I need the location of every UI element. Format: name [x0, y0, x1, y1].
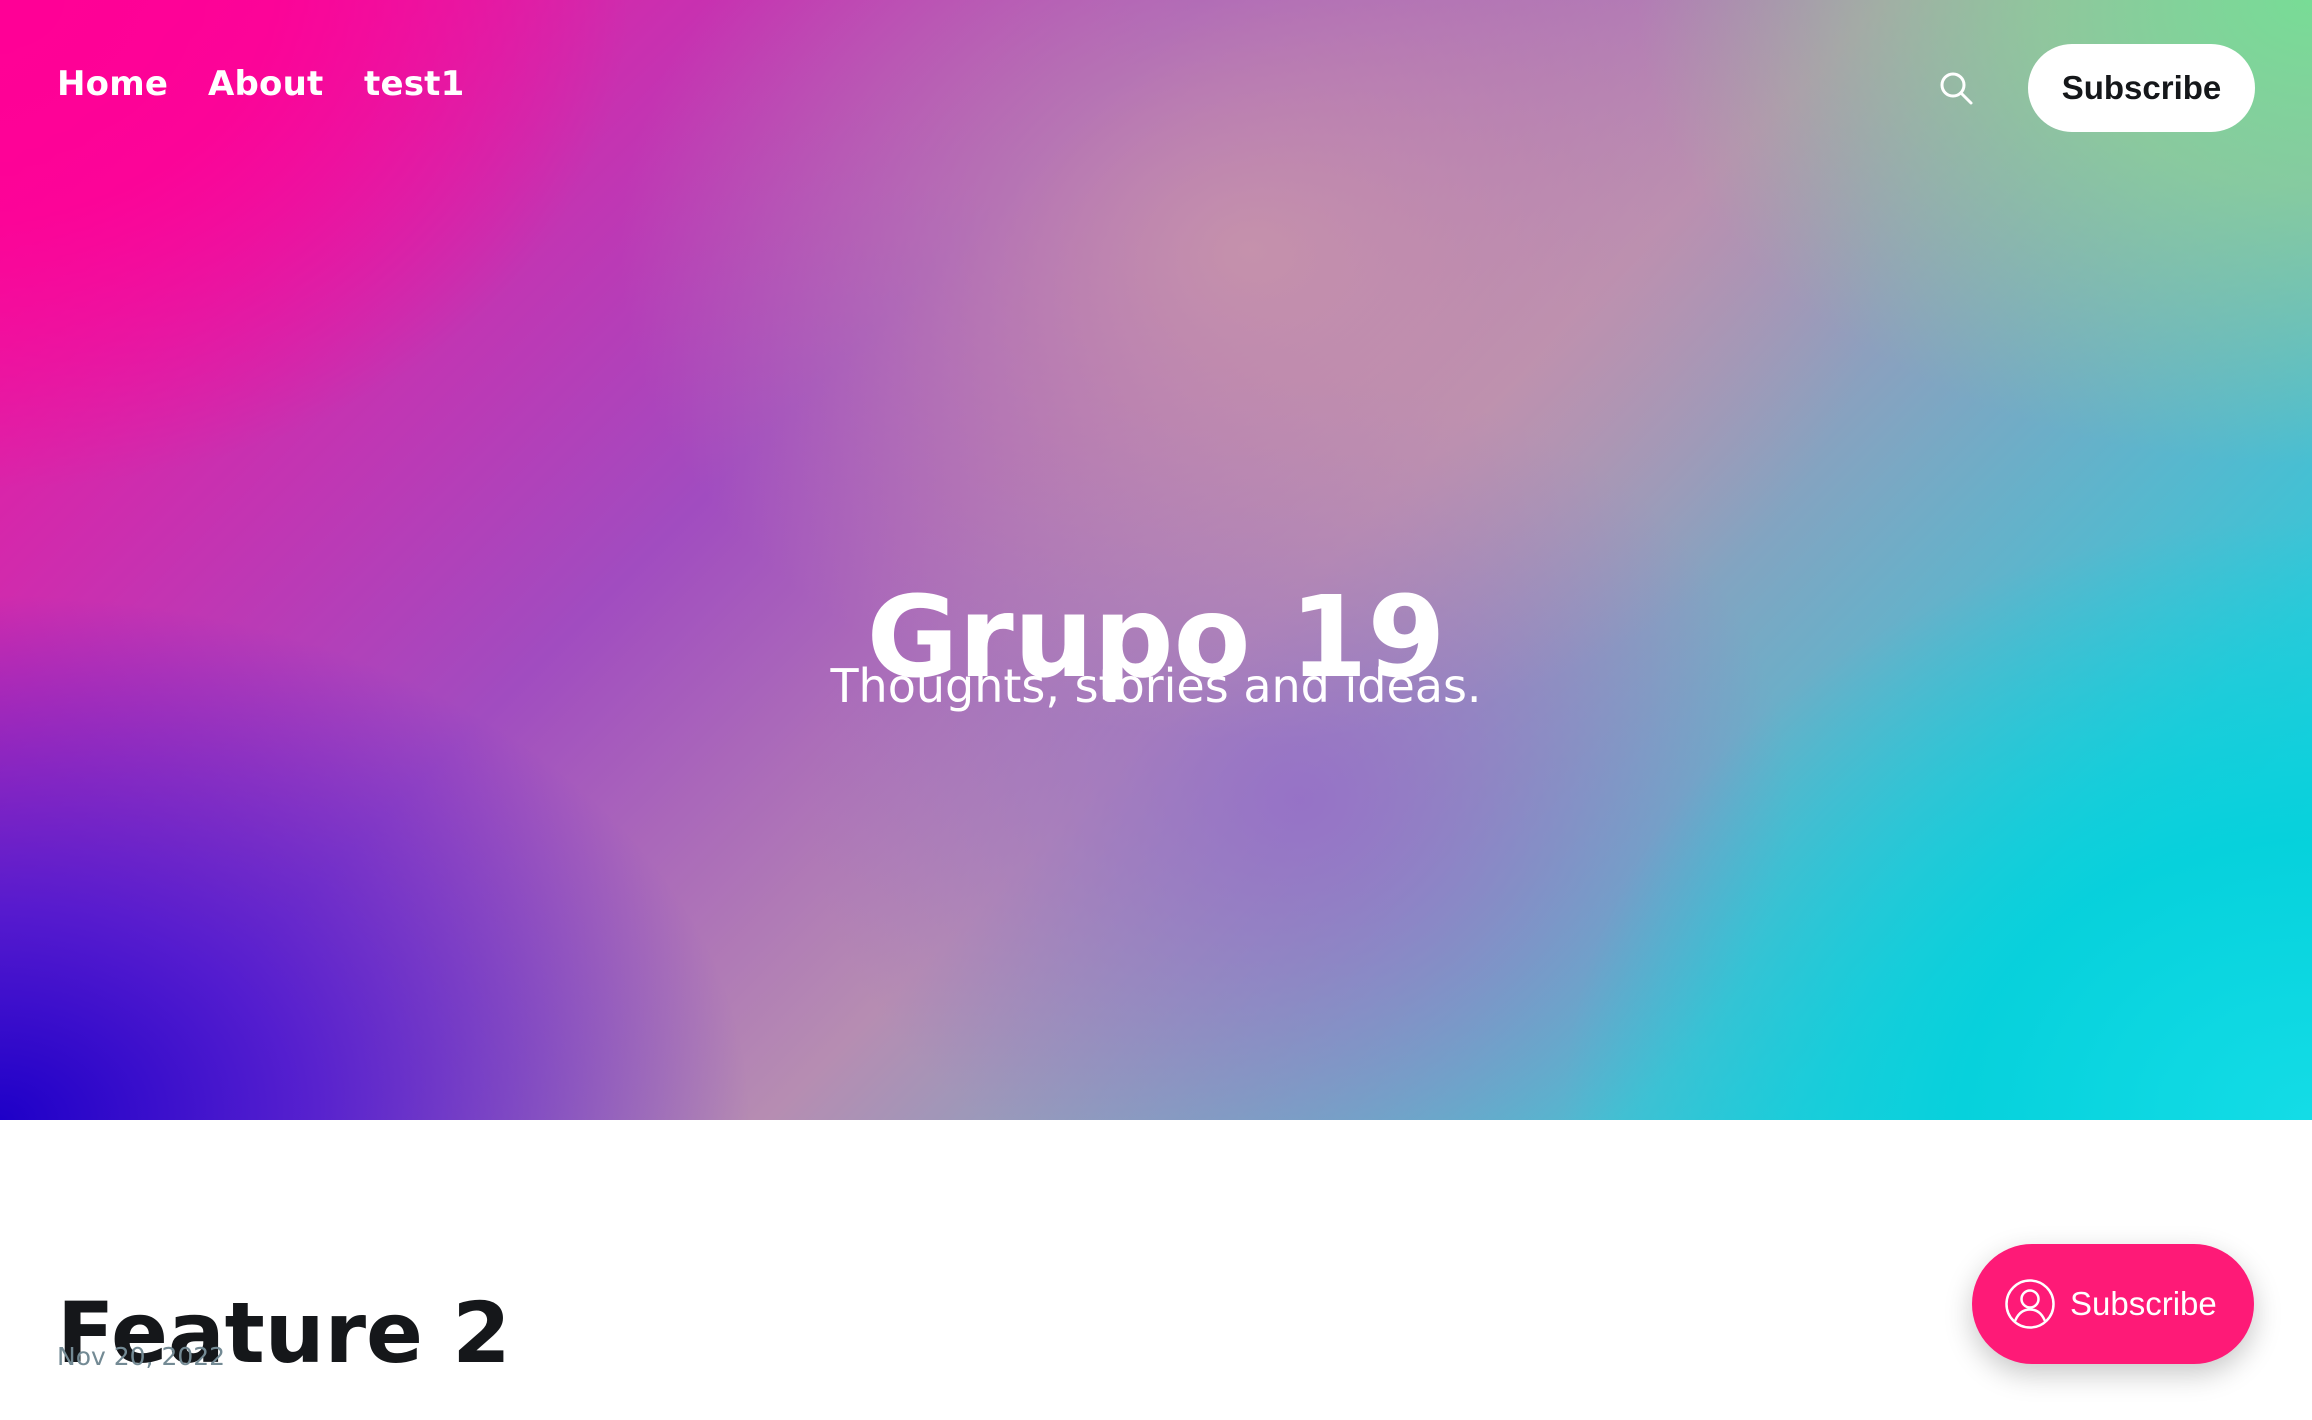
floating-subscribe-label: Subscribe: [2070, 1285, 2217, 1322]
top-navigation: Home About test1 Subscribe: [0, 0, 2312, 175]
site-description: Thoughts, stories and ideas.: [830, 659, 1482, 713]
user-circle-icon: [2005, 1279, 2055, 1329]
nav-link-home[interactable]: Home: [57, 64, 168, 104]
search-icon[interactable]: [1936, 68, 1976, 108]
header-subscribe-button[interactable]: Subscribe: [2028, 44, 2255, 132]
post-date: Nov 20, 2022: [57, 1342, 226, 1371]
floating-subscribe-button[interactable]: Subscribe: [1972, 1244, 2254, 1364]
page: Home About test1 Subscribe Grupo 19 Thou…: [0, 0, 2312, 1420]
nav-link-test1[interactable]: test1: [364, 64, 464, 104]
nav-link-about[interactable]: About: [208, 64, 323, 104]
site-header-hero: Home About test1 Subscribe Grupo 19 Thou…: [0, 0, 2312, 1120]
